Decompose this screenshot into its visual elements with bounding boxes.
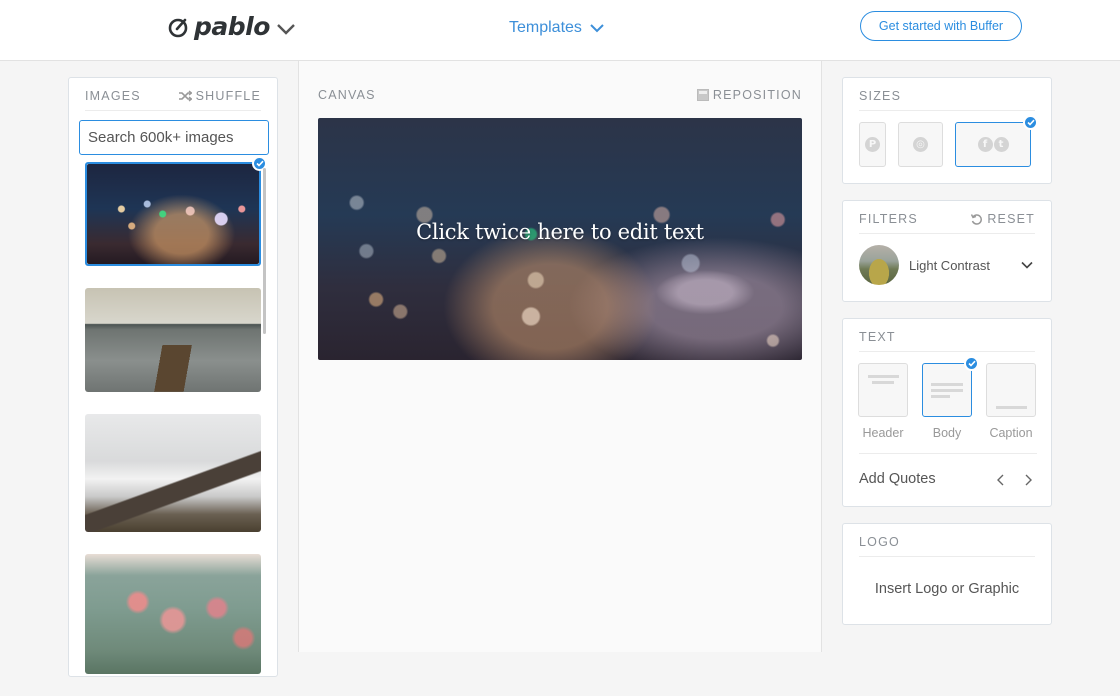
filter-preview-thumbnail xyxy=(859,245,899,285)
image-search-box xyxy=(79,120,287,155)
chevron-down-icon xyxy=(1021,261,1033,269)
filters-title: FILTERS xyxy=(859,212,918,226)
image-thumbnail-selected[interactable] xyxy=(85,156,267,266)
divider xyxy=(859,453,1037,454)
instagram-icon: ◎ xyxy=(913,137,928,152)
add-quotes-button[interactable]: Add Quotes xyxy=(859,471,936,487)
size-option-pinterest[interactable]: P xyxy=(859,122,886,167)
text-panel: TEXT Header Body Caption Add Quotes xyxy=(842,318,1052,507)
snowy-mountain-image xyxy=(85,414,261,532)
text-style-header[interactable] xyxy=(858,363,908,417)
filter-select[interactable]: Light Contrast xyxy=(859,245,1037,285)
text-style-body[interactable] xyxy=(922,356,979,417)
filters-panel: FILTERS RESET Light Contrast xyxy=(842,200,1052,302)
get-started-button[interactable]: Get started with Buffer xyxy=(860,11,1022,41)
shuffle-button[interactable]: SHUFFLE xyxy=(178,89,261,103)
logo-text: pablo xyxy=(194,12,270,41)
wildflowers-image xyxy=(85,554,261,674)
reposition-icon xyxy=(696,89,709,101)
logo-title: LOGO xyxy=(859,535,900,549)
design-canvas[interactable]: Click twice here to edit text xyxy=(318,118,802,360)
pinterest-icon: P xyxy=(865,137,880,152)
shuffle-icon xyxy=(178,90,192,102)
images-panel: IMAGES SHUFFLE xyxy=(68,77,287,677)
previous-quote-button[interactable] xyxy=(993,472,1007,488)
lake-pier-image xyxy=(85,288,261,392)
filters-header: FILTERS RESET xyxy=(859,201,1035,234)
facebook-icon: f xyxy=(977,137,993,152)
pablo-logo-icon xyxy=(168,18,188,37)
sizes-panel: SIZES P ◎ f t xyxy=(842,77,1052,184)
reposition-label: REPOSITION xyxy=(712,88,802,102)
image-thumbnail[interactable] xyxy=(85,414,261,532)
image-search-input[interactable] xyxy=(88,129,287,146)
filter-name: Light Contrast xyxy=(909,257,990,273)
image-results-list xyxy=(85,156,267,696)
selected-check-icon xyxy=(1023,115,1038,130)
text-header: TEXT xyxy=(859,319,1035,352)
top-bar: pablo Templates Get started with Buffer xyxy=(0,0,1120,61)
reset-label: RESET xyxy=(987,212,1035,226)
logo-header: LOGO xyxy=(859,524,1035,557)
canvas-header: CANVAS REPOSITION xyxy=(318,88,802,102)
chevron-right-icon xyxy=(1025,474,1032,486)
canvas-title: CANVAS xyxy=(318,88,376,102)
column-divider xyxy=(821,61,822,652)
reset-icon xyxy=(971,214,983,225)
text-style-label: Caption xyxy=(989,426,1033,440)
image-thumbnail[interactable] xyxy=(85,554,261,674)
reposition-button[interactable]: REPOSITION xyxy=(696,88,802,102)
chevron-left-icon xyxy=(996,474,1003,486)
chevron-down-icon xyxy=(590,24,604,33)
selected-check-icon xyxy=(964,356,979,371)
reset-filter-button[interactable]: RESET xyxy=(970,212,1035,226)
images-title: IMAGES xyxy=(85,89,141,103)
templates-label: Templates xyxy=(509,19,582,36)
templates-dropdown[interactable]: Templates xyxy=(509,19,604,37)
images-scrollbar[interactable] xyxy=(263,168,266,334)
logo-panel: LOGO Insert Logo or Graphic xyxy=(842,523,1052,625)
shuffle-label: SHUFFLE xyxy=(195,89,261,103)
text-style-label: Body xyxy=(932,426,962,440)
chevron-down-icon xyxy=(277,23,295,35)
sizes-header: SIZES xyxy=(859,78,1035,111)
twitter-icon: t xyxy=(993,137,1009,152)
size-option-facebook-twitter[interactable]: f t xyxy=(955,115,1038,167)
size-option-instagram[interactable]: ◎ xyxy=(898,122,943,167)
canvas-text-overlay[interactable]: Click twice here to edit text xyxy=(318,220,802,244)
column-divider xyxy=(298,61,299,652)
sizes-title: SIZES xyxy=(859,89,902,103)
insert-logo-button[interactable]: Insert Logo or Graphic xyxy=(843,581,1051,597)
image-thumbnail[interactable] xyxy=(85,288,261,392)
images-panel-header: IMAGES SHUFFLE xyxy=(85,78,261,111)
text-title: TEXT xyxy=(859,330,896,344)
city-bokeh-image xyxy=(87,164,259,264)
next-quote-button[interactable] xyxy=(1021,472,1035,488)
pablo-logo-menu[interactable]: pablo xyxy=(168,12,296,41)
text-style-caption[interactable] xyxy=(986,363,1036,417)
text-style-label: Header xyxy=(862,426,904,440)
